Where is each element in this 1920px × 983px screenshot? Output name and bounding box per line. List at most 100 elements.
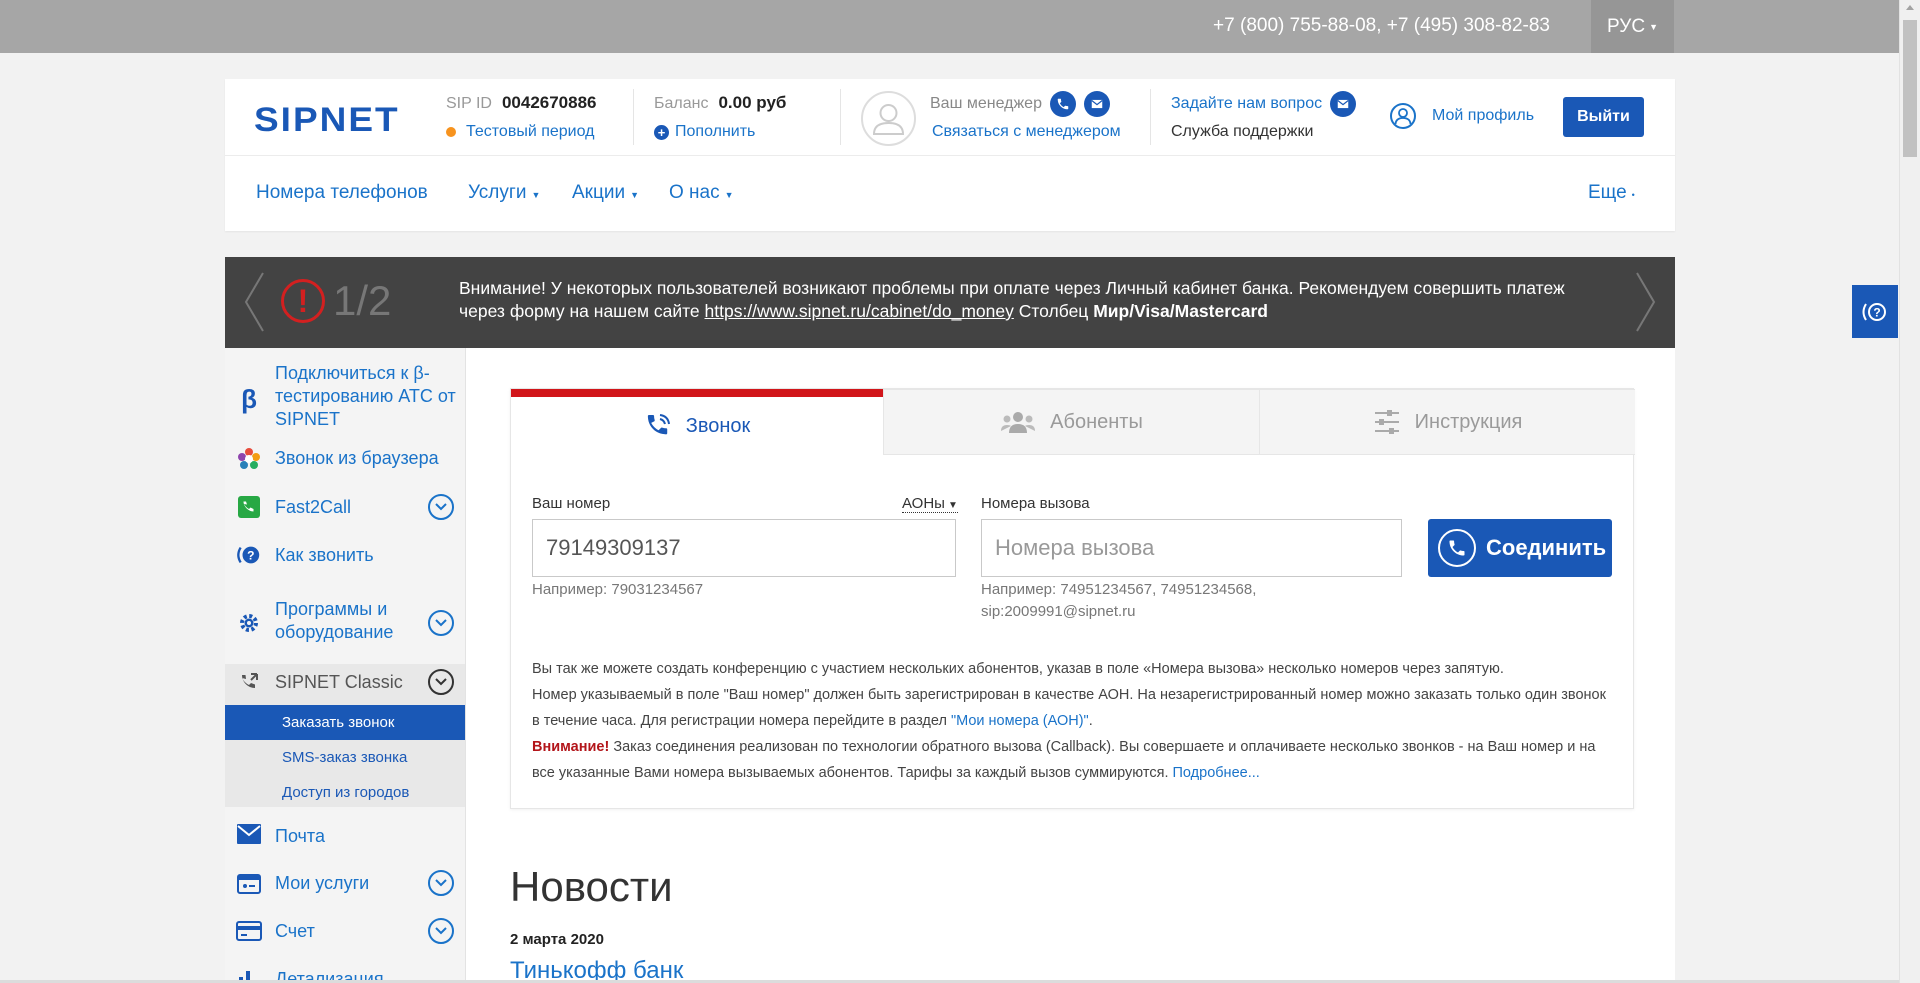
main-nav: Номера телефонов Услуги ▼ Акции ▼ О нас ▼ Е… — [225, 156, 1675, 231]
calendar-icon — [236, 870, 262, 896]
language-label: РУС — [1607, 15, 1646, 37]
trial-status-link[interactable]: Тестовый период — [446, 123, 597, 141]
divider — [1150, 89, 1151, 145]
ask-question-block: Задайте нам вопрос Служба поддержки — [1171, 91, 1357, 141]
mail-icon[interactable] — [1083, 91, 1110, 117]
nav-label: Номера телефонов — [256, 182, 428, 203]
help-call-icon: ? — [236, 542, 262, 568]
alert-counter: 1/2 — [333, 277, 392, 324]
callback-phone-icon — [236, 669, 262, 695]
nav-services[interactable]: Услуги ▼ — [468, 182, 540, 204]
sidebar-item-browser-call[interactable]: Звонок из браузера — [225, 444, 465, 474]
manager-avatar — [861, 91, 916, 146]
users-icon — [1000, 409, 1036, 435]
alert-text-middle: Столбец — [1013, 301, 1094, 321]
sidebar-label: Подключиться к β-тестированию АТС от SIP… — [275, 363, 456, 429]
sliders-icon — [1373, 409, 1401, 435]
scrollbar-thumb[interactable] — [1903, 20, 1917, 157]
status-dot-icon — [446, 127, 456, 137]
call-numbers-hint: Например: 74951234567, 74951234568, sip:2… — [981, 581, 1257, 620]
nav-more[interactable]: Еще • — [1588, 182, 1635, 204]
sidebar-label: SIPNET Classic — [275, 672, 403, 692]
caret-down-icon: ▼ — [1649, 21, 1658, 32]
aon-dropdown[interactable]: АОНы ▼ — [902, 495, 958, 513]
prev-arrow-icon[interactable] — [243, 271, 265, 338]
sipnet-logo[interactable]: SIPNET — [254, 101, 400, 140]
help-call-icon: ? — [1862, 302, 1886, 321]
callback-card: Звонок Абоненты Инструкция Ваш номер АОН… — [510, 388, 1635, 809]
sidebar-item-my-services[interactable]: Мои услуги — [225, 866, 465, 900]
topup-link[interactable]: + Пополнить — [654, 123, 786, 141]
sidebar-label: Звонок из браузера — [275, 448, 439, 468]
sidebar-subitem-order-call[interactable]: Заказать звонок — [225, 705, 465, 740]
logout-button[interactable]: Выйти — [1563, 97, 1644, 137]
contact-manager-link[interactable]: Связаться с менеджером — [932, 123, 1121, 141]
user-icon — [872, 104, 905, 135]
tab-instructions[interactable]: Инструкция — [1259, 389, 1635, 455]
sidebar-subitem-city-access[interactable]: Доступ из городов — [225, 775, 465, 810]
next-arrow-icon[interactable] — [1635, 271, 1657, 338]
call-numbers-input[interactable] — [981, 519, 1402, 577]
sip-id-label: SIP ID — [446, 95, 492, 112]
ask-question-link[interactable]: Задайте нам вопрос — [1171, 95, 1322, 113]
sidebar-item-beta[interactable]: β Подключиться к β-тестированию АТС от S… — [225, 362, 465, 432]
alert-message: Внимание! У некоторых пользователей возн… — [459, 277, 1579, 323]
tab-subscribers[interactable]: Абоненты — [883, 389, 1259, 455]
tab-label: Инструкция — [1414, 410, 1523, 433]
my-profile-link[interactable]: Мой профиль — [1390, 103, 1534, 129]
more-link[interactable]: Подробнее... — [1173, 765, 1260, 781]
sidebar-item-mail[interactable]: Почта — [225, 819, 465, 853]
scroll-up-arrow-icon[interactable] — [1906, 5, 1914, 10]
payment-link[interactable]: https://www.sipnet.ru/cabinet/do_money — [705, 301, 1014, 321]
svg-text:?: ? — [247, 549, 254, 563]
chevron-down-icon[interactable] — [428, 918, 454, 944]
chevron-down-icon[interactable] — [428, 610, 454, 636]
help-side-button[interactable]: ? — [1852, 285, 1898, 338]
my-numbers-link[interactable]: "Мои номера (АОН)" — [951, 713, 1089, 729]
news-heading: Новости — [510, 863, 673, 910]
sip-id-value: 0042670886 — [501, 93, 597, 112]
balance-label: Баланс — [654, 95, 709, 112]
nav-phone-numbers[interactable]: Номера телефонов — [256, 182, 428, 204]
phone-icon[interactable] — [1049, 91, 1076, 117]
plus-icon: + — [654, 124, 669, 140]
aon-label: АОНы — [902, 495, 945, 512]
nav-label: Еще — [1588, 182, 1627, 203]
nav-promo[interactable]: Акции ▼ — [572, 182, 639, 204]
call-numbers-label: Номера вызова — [981, 495, 1090, 512]
balance-block: Баланс 0.00 руб + Пополнить — [654, 93, 786, 141]
tab-label: Абоненты — [1050, 410, 1143, 433]
svg-text:?: ? — [1873, 305, 1880, 319]
your-number-input[interactable] — [532, 519, 956, 577]
mail-icon[interactable] — [1330, 91, 1357, 117]
support-label: Служба поддержки — [1171, 123, 1314, 140]
sidebar-label: Мои услуги — [275, 873, 370, 893]
phone-icon — [1438, 529, 1476, 567]
divider — [633, 89, 634, 145]
chevron-down-icon[interactable] — [428, 870, 454, 896]
chevron-down-icon[interactable] — [428, 494, 454, 520]
nav-about[interactable]: О нас ▼ — [669, 182, 734, 204]
sidebar-item-programs[interactable]: Программы и оборудование — [225, 598, 465, 648]
tab-call[interactable]: Звонок — [511, 389, 883, 455]
chevron-down-icon[interactable] — [428, 669, 454, 695]
nav-label: Услуги — [468, 182, 527, 203]
nav-label: Акции — [572, 182, 626, 203]
phone-icon — [236, 494, 262, 520]
divider — [840, 89, 841, 145]
sidebar-item-how-to-call[interactable]: ? Как звонить — [225, 538, 465, 572]
language-selector[interactable]: РУС ▼ — [1591, 0, 1674, 53]
sidebar-item-fast2call[interactable]: Fast2Call — [225, 490, 465, 524]
alert-banner: ! 1/2 Внимание! У некоторых пользователе… — [225, 257, 1675, 348]
sidebar-item-account[interactable]: Счет — [225, 914, 465, 948]
sidebar-subitem-sms-order[interactable]: SMS-заказ звонка — [225, 740, 465, 775]
sidebar-item-sipnet-classic[interactable]: SIPNET Classic — [225, 664, 465, 700]
sidebar: β Подключиться к β-тестированию АТС от S… — [225, 348, 466, 983]
user-icon — [1390, 103, 1416, 129]
sidebar-label: Как звонить — [275, 545, 374, 565]
caret-down-icon: ▼ — [947, 500, 958, 511]
tab-bar: Звонок Абоненты Инструкция — [511, 389, 1635, 455]
connect-button[interactable]: Соединить — [1428, 519, 1612, 577]
vertical-scrollbar[interactable] — [1899, 0, 1920, 983]
info-line-3: Внимание! Заказ соединения реализован по… — [532, 739, 1596, 781]
